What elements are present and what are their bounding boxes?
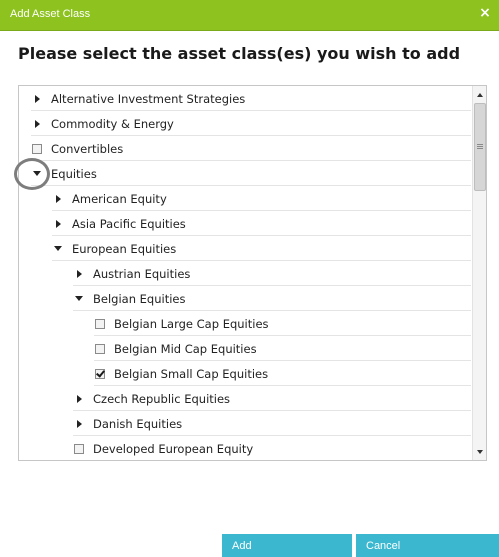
checkbox[interactable] <box>94 343 106 355</box>
tree-item[interactable]: Equities <box>19 161 471 186</box>
tree-item[interactable]: American Equity <box>19 186 471 211</box>
cancel-button[interactable]: Cancel <box>356 534 499 557</box>
tree-item[interactable]: Czech Republic Equities <box>19 386 471 411</box>
tree-item-label: Commodity & Energy <box>51 116 174 131</box>
tree-item[interactable]: Belgian Equities <box>19 286 471 311</box>
dialog-title: Add Asset Class <box>10 8 91 20</box>
tree-item[interactable]: Austrian Equities <box>19 261 471 286</box>
tree-item-label: American Equity <box>72 191 167 206</box>
tree-item[interactable]: Belgian Mid Cap Equities <box>19 336 471 361</box>
tree-item-label: Danish Equities <box>93 416 183 431</box>
tree-item[interactable]: Convertibles <box>19 136 471 161</box>
expand-arrow-icon[interactable] <box>52 218 64 230</box>
tree-item-label: Equities <box>51 166 97 181</box>
tree-item-label: Belgian Mid Cap Equities <box>114 341 257 356</box>
tree-item[interactable]: Danish Equities <box>19 411 471 436</box>
collapse-arrow-icon[interactable] <box>31 168 43 180</box>
tree-item[interactable]: Developed European Equity <box>19 436 471 461</box>
checkbox[interactable] <box>31 143 43 155</box>
page-heading: Please select the asset class(es) you wi… <box>18 44 461 63</box>
tree-item[interactable]: European Equities <box>19 236 471 261</box>
scrollbar-thumb[interactable] <box>474 103 486 191</box>
tree-item-label: Belgian Large Cap Equities <box>114 316 269 331</box>
expand-arrow-icon[interactable] <box>73 268 85 280</box>
add-button[interactable]: Add <box>222 534 352 557</box>
dialog-titlebar: Add Asset Class × <box>0 0 499 31</box>
row-divider <box>73 460 471 461</box>
tree-item[interactable]: Alternative Investment Strategies <box>19 86 471 111</box>
collapse-arrow-icon[interactable] <box>73 293 85 305</box>
tree-item[interactable]: Commodity & Energy <box>19 111 471 136</box>
expand-arrow-icon[interactable] <box>52 193 64 205</box>
tree-item-label: Austrian Equities <box>93 266 191 281</box>
asset-class-tree: Alternative Investment Strategies Commodi… <box>18 85 487 461</box>
tree-item[interactable]: Belgian Small Cap Equities <box>19 361 471 386</box>
tree-item-label: Belgian Small Cap Equities <box>114 366 269 381</box>
checkbox-checked[interactable] <box>94 368 106 380</box>
expand-arrow-icon[interactable] <box>31 118 43 130</box>
tree-item-label: Asia Pacific Equities <box>72 216 186 231</box>
tree-rows: Alternative Investment Strategies Commodi… <box>19 86 471 461</box>
tree-item-label: Belgian Equities <box>93 291 186 306</box>
tree-item[interactable]: Asia Pacific Equities <box>19 211 471 236</box>
collapse-arrow-icon[interactable] <box>52 243 64 255</box>
checkbox[interactable] <box>94 318 106 330</box>
tree-item-label: Alternative Investment Strategies <box>51 91 246 106</box>
close-icon[interactable]: × <box>477 5 493 23</box>
checkbox[interactable] <box>73 443 85 455</box>
scroll-up-arrow-icon[interactable] <box>473 88 486 101</box>
expand-arrow-icon[interactable] <box>73 418 85 430</box>
tree-item-label: Developed European Equity <box>93 441 254 456</box>
tree-item[interactable]: Belgian Large Cap Equities <box>19 311 471 336</box>
tree-scrollbar[interactable] <box>472 86 486 460</box>
tree-item-label: Czech Republic Equities <box>93 391 231 406</box>
scroll-down-arrow-icon[interactable] <box>473 445 486 458</box>
expand-arrow-icon[interactable] <box>73 393 85 405</box>
tree-item-label: Convertibles <box>51 141 124 156</box>
tree-item-label: European Equities <box>72 241 177 256</box>
expand-arrow-icon[interactable] <box>31 93 43 105</box>
